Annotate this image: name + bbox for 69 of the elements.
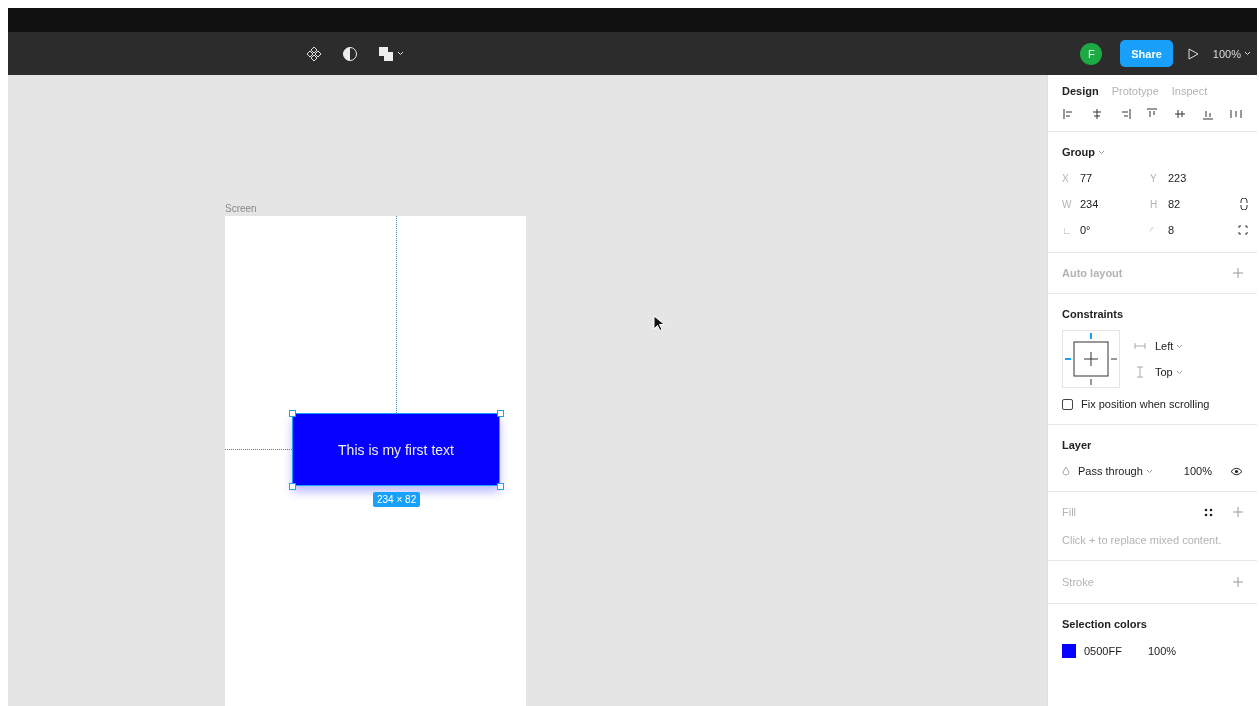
property-field[interactable]: ◜ 8	[1150, 224, 1238, 236]
cursor-icon	[653, 315, 665, 331]
horizontal-constraint-dropdown[interactable]: Left	[1134, 340, 1184, 352]
checkbox-label: Fix position when scrolling	[1081, 398, 1210, 410]
property-field[interactable]: X 77	[1062, 172, 1150, 184]
frame-label: Screen	[225, 203, 257, 214]
chevron-down-icon	[1098, 149, 1105, 155]
width-icon	[1134, 342, 1146, 350]
color-opacity: 100%	[1148, 645, 1177, 657]
resize-handle[interactable]	[289, 483, 296, 490]
property-field[interactable]: ∟ 0°	[1062, 224, 1150, 236]
overlap-squares-icon	[378, 45, 394, 62]
chevron-down-icon	[1176, 343, 1184, 349]
field-value: 8	[1168, 224, 1175, 236]
resize-handle[interactable]	[497, 483, 504, 490]
color-swatch[interactable]	[1062, 644, 1076, 658]
field-value: 82	[1168, 198, 1181, 210]
component-icon[interactable]	[306, 45, 322, 62]
chevron-down-icon	[397, 51, 404, 56]
field-label: Y	[1150, 172, 1158, 184]
field-label: ◜	[1150, 224, 1155, 236]
field-value: 0°	[1080, 224, 1091, 236]
field-value: 234	[1080, 198, 1099, 210]
panel-tab[interactable]: Design	[1062, 85, 1099, 97]
plus-icon[interactable]	[1233, 268, 1243, 278]
plus-icon[interactable]	[1233, 507, 1243, 517]
field-label: W	[1062, 198, 1072, 210]
eye-icon[interactable]	[1230, 466, 1243, 476]
styles-icon[interactable]	[1204, 507, 1213, 517]
color-hex: 0500FF	[1084, 645, 1123, 657]
play-icon[interactable]	[1186, 47, 1199, 60]
chevron-down-icon	[1244, 51, 1251, 56]
text-element[interactable]: This is my first text	[292, 413, 500, 486]
property-field[interactable]: H 82	[1150, 198, 1238, 210]
section-title: Stroke	[1062, 576, 1094, 588]
field-label: X	[1062, 172, 1070, 184]
section-title: Constraints	[1062, 308, 1125, 320]
section-title: Auto layout	[1062, 267, 1123, 279]
blend-mode-dropdown[interactable]: Pass through	[1078, 465, 1153, 477]
section-title: Group	[1062, 146, 1095, 158]
section-title: Selection colors	[1062, 618, 1148, 630]
boolean-menu[interactable]	[378, 45, 404, 62]
opacity-value: 100%	[1183, 465, 1212, 477]
vertical-constraint-dropdown[interactable]: Top	[1134, 366, 1184, 378]
field-label: H	[1150, 198, 1159, 210]
chevron-down-icon	[1145, 468, 1153, 474]
field-label: ∟	[1062, 224, 1072, 236]
property-field[interactable]: W 234	[1062, 198, 1150, 210]
property-field[interactable]: Y 223	[1150, 172, 1238, 184]
plus-icon[interactable]	[1233, 577, 1243, 587]
zoom-dropdown[interactable]: 100%	[1212, 47, 1251, 60]
chevron-down-icon	[1175, 369, 1183, 375]
field-value: 223	[1168, 172, 1187, 184]
field-value: 77	[1080, 172, 1093, 184]
align-icon[interactable]	[1173, 107, 1188, 121]
constraint-widget-drawing[interactable]	[1062, 330, 1120, 388]
resize-handle[interactable]	[289, 410, 296, 417]
link-icon[interactable]	[1240, 198, 1248, 210]
resize-handle[interactable]	[497, 410, 504, 417]
contrast-icon[interactable]	[342, 45, 358, 62]
checkbox[interactable]	[1062, 398, 1073, 410]
fill-hint: Click + to replace mixed content.	[1062, 534, 1223, 546]
size-badge: 234 × 82	[373, 492, 421, 507]
align-icon[interactable]	[1228, 107, 1243, 121]
drop-icon	[1062, 466, 1070, 476]
section-title: Layer	[1062, 439, 1093, 451]
corners-icon[interactable]	[1238, 225, 1248, 235]
section-title: Fill	[1062, 506, 1077, 518]
height-icon	[1134, 366, 1146, 378]
